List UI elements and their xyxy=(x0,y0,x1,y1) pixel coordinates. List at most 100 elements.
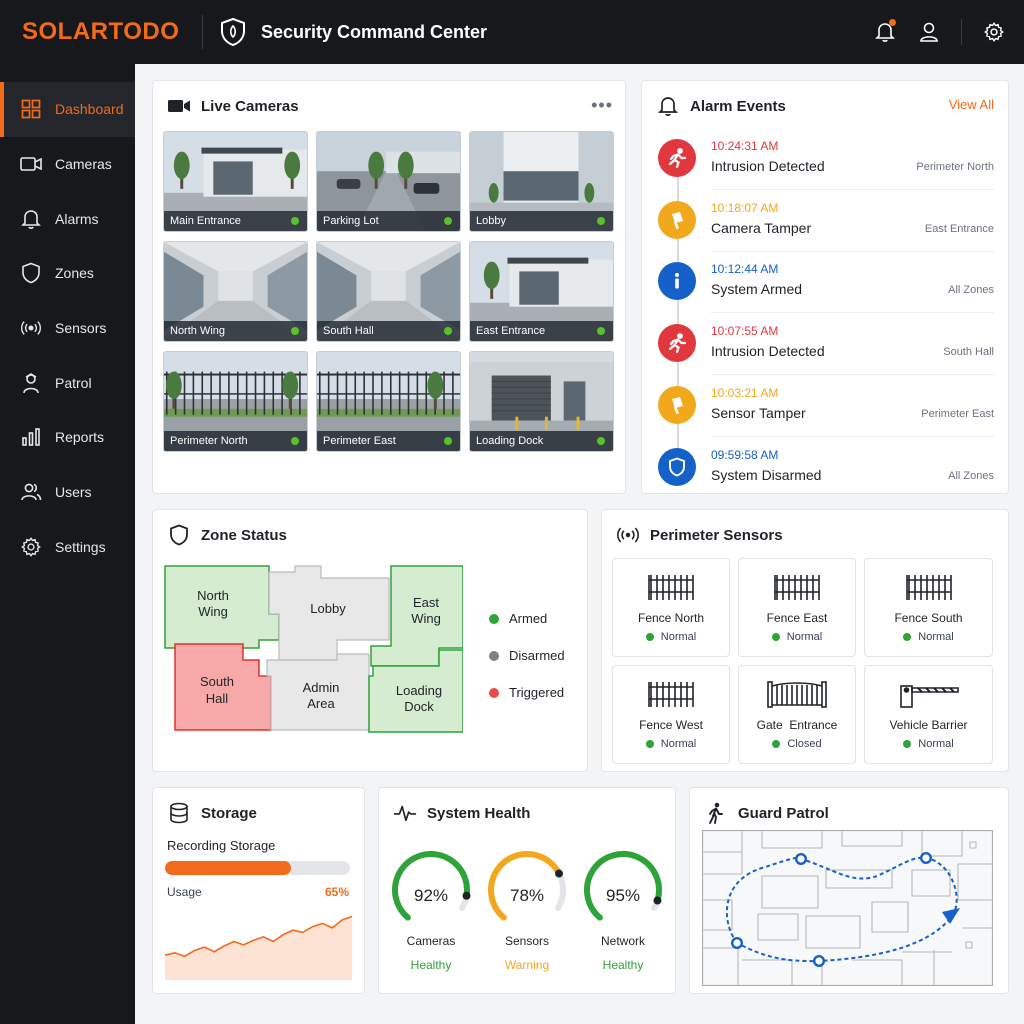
gauge-name: Network xyxy=(600,934,645,948)
storage-progress-bar xyxy=(165,861,350,875)
notifications-bell-icon[interactable] xyxy=(873,16,897,48)
legend-dot xyxy=(489,613,499,624)
camera-feed-parking-lot[interactable]: Parking Lot xyxy=(316,131,461,232)
alarm-event-row[interactable]: 09:59:58 AM System Disarmed All Zones xyxy=(658,442,994,504)
live-cameras-title: Live Cameras xyxy=(201,97,299,115)
sensor-status: Normal xyxy=(865,631,992,643)
alarm-events-title: Alarm Events xyxy=(690,97,786,115)
storage-card: Storage Recording Storage Usage 65% xyxy=(152,787,365,994)
sensor-name: Fence East xyxy=(766,611,828,625)
bar-chart-icon xyxy=(20,426,42,448)
broadcast-icon xyxy=(616,524,640,546)
camera-label: Lobby xyxy=(470,211,613,231)
patrol-checkpoint[interactable] xyxy=(794,853,807,866)
alarm-time: 10:24:31 AM xyxy=(711,139,779,153)
sensor-status-label: Normal xyxy=(786,631,823,643)
pulse-icon xyxy=(393,802,417,824)
camera-feed-perimeter-east[interactable]: Perimeter East xyxy=(316,351,461,452)
user-profile-icon[interactable] xyxy=(917,16,941,48)
zone-floor-map: North Wing Lobby East Wing South Hall Ad… xyxy=(164,565,463,733)
sensor-status-label: Normal xyxy=(660,631,697,643)
settings-gear-icon[interactable] xyxy=(982,16,1006,48)
alarm-time: 10:03:21 AM xyxy=(711,385,779,400)
alarm-divider xyxy=(711,374,994,376)
alarm-shield-icon xyxy=(658,447,696,486)
alarm-event-row[interactable]: 10:24:31 AM Intrusion Detected Perimeter… xyxy=(658,133,994,195)
patrol-checkpoint[interactable] xyxy=(919,852,932,865)
sidebar-item-patrol[interactable]: Patrol xyxy=(0,355,135,410)
legend-dot xyxy=(489,687,499,698)
sidebar-item-dashboard[interactable]: Dashboard xyxy=(0,82,135,137)
sensor-gate-entrance[interactable]: Gate Entrance Closed xyxy=(738,665,856,764)
barrier-icon xyxy=(865,666,992,708)
sensor-fence-east[interactable]: Fence East Normal xyxy=(738,558,856,657)
alarm-tamper-icon xyxy=(658,200,696,239)
perimeter-sensors-title: Perimeter Sensors xyxy=(650,526,783,544)
sensor-fence-west[interactable]: Fence West Normal xyxy=(612,665,730,764)
camera-feed-south-hall[interactable]: South Hall xyxy=(316,241,461,342)
sensor-status: Normal xyxy=(613,738,729,750)
sensor-name: Fence West xyxy=(639,718,703,732)
header-separator xyxy=(961,19,962,45)
sensor-name: Gate Entrance xyxy=(756,718,838,732)
alarm-title: Intrusion Detected xyxy=(711,158,825,174)
camera-feed-loading-dock[interactable]: Loading Dock xyxy=(469,351,614,452)
zone-label-loading-2: Dock xyxy=(404,699,434,714)
alarm-title: Intrusion Detected xyxy=(711,343,825,360)
alarm-event-row[interactable]: 10:07:55 AM Intrusion Detected South Hal… xyxy=(658,318,994,380)
more-options-button[interactable]: ••• xyxy=(591,95,613,116)
gauge-cameras: 92% Cameras Healthy xyxy=(389,848,473,972)
alarm-event-row[interactable]: 10:18:07 AM Camera Tamper East Entrance xyxy=(658,195,994,257)
zone-status-card: Zone Status North Wing Lobby East Wing S… xyxy=(152,509,588,772)
alarm-location: All Zones xyxy=(948,469,994,482)
sensor-name: Fence South xyxy=(894,611,963,625)
status-dot xyxy=(645,633,654,641)
alarm-divider xyxy=(711,189,994,190)
patrol-checkpoint[interactable] xyxy=(731,936,744,949)
sidebar-item-cameras[interactable]: Cameras xyxy=(0,137,135,192)
sidebar-item-settings[interactable]: Settings xyxy=(0,520,135,575)
shield-icon xyxy=(167,524,191,546)
usage-trend-chart xyxy=(165,915,352,980)
camera-online-indicator xyxy=(597,217,605,225)
gauge-value: 95% xyxy=(605,886,641,905)
sidebar-item-alarms[interactable]: Alarms xyxy=(0,191,135,246)
camera-feed-lobby[interactable]: Lobby xyxy=(469,131,614,232)
camera-online-indicator xyxy=(597,327,605,335)
sidebar-item-sensors[interactable]: Sensors xyxy=(0,301,135,356)
camera-label: Perimeter East xyxy=(317,431,460,451)
sensor-status-label: Closed xyxy=(787,738,822,750)
sidebar-item-users[interactable]: Users xyxy=(0,465,135,520)
camera-feed-east-entrance[interactable]: East Entrance xyxy=(469,241,614,342)
alarm-time: 10:12:44 AM xyxy=(711,262,779,277)
sensor-vehicle-barrier[interactable]: Vehicle Barrier Normal xyxy=(864,665,993,764)
sensor-fence-south[interactable]: Fence South Normal xyxy=(864,558,993,657)
storage-title: Storage xyxy=(201,804,257,822)
usage-value: 65% xyxy=(324,885,349,899)
fence-icon xyxy=(613,559,729,601)
camera-feed-north-wing[interactable]: North Wing xyxy=(163,241,308,342)
legend-label: Disarmed xyxy=(509,648,565,663)
camera-feed-perimeter-north[interactable]: Perimeter North xyxy=(163,351,308,452)
camera-label: Perimeter North xyxy=(164,431,307,451)
alarm-time: 10:07:55 AM xyxy=(711,324,779,339)
camera-feed-main-entrance[interactable]: Main Entrance xyxy=(163,131,308,232)
patrol-checkpoint[interactable] xyxy=(812,954,825,967)
view-all-link[interactable]: View All xyxy=(949,97,994,112)
gauge-status: Warning xyxy=(504,958,550,972)
status-dot xyxy=(903,633,912,641)
legend-item-armed: Armed xyxy=(489,600,565,637)
alarm-location: Perimeter North xyxy=(916,161,994,173)
sidebar-item-reports[interactable]: Reports xyxy=(0,410,135,465)
sensor-status: Closed xyxy=(739,738,855,750)
sensor-name: Vehicle Barrier xyxy=(889,718,968,732)
gauge-sensors: 78% Sensors Warning xyxy=(485,848,569,972)
sidebar-item-zones[interactable]: Zones xyxy=(0,246,135,301)
alarm-info-icon xyxy=(658,262,696,301)
sidebar-item-label: Cameras xyxy=(55,156,112,173)
sensor-fence-north[interactable]: Fence North Normal xyxy=(612,558,730,657)
sidebar-item-label: Zones xyxy=(55,265,94,282)
alarm-event-row[interactable]: 10:03:21 AM Sensor Tamper Perimeter East xyxy=(658,380,994,442)
alarm-event-row[interactable]: 10:12:44 AM System Armed All Zones xyxy=(658,256,994,318)
guard-icon xyxy=(20,372,42,394)
